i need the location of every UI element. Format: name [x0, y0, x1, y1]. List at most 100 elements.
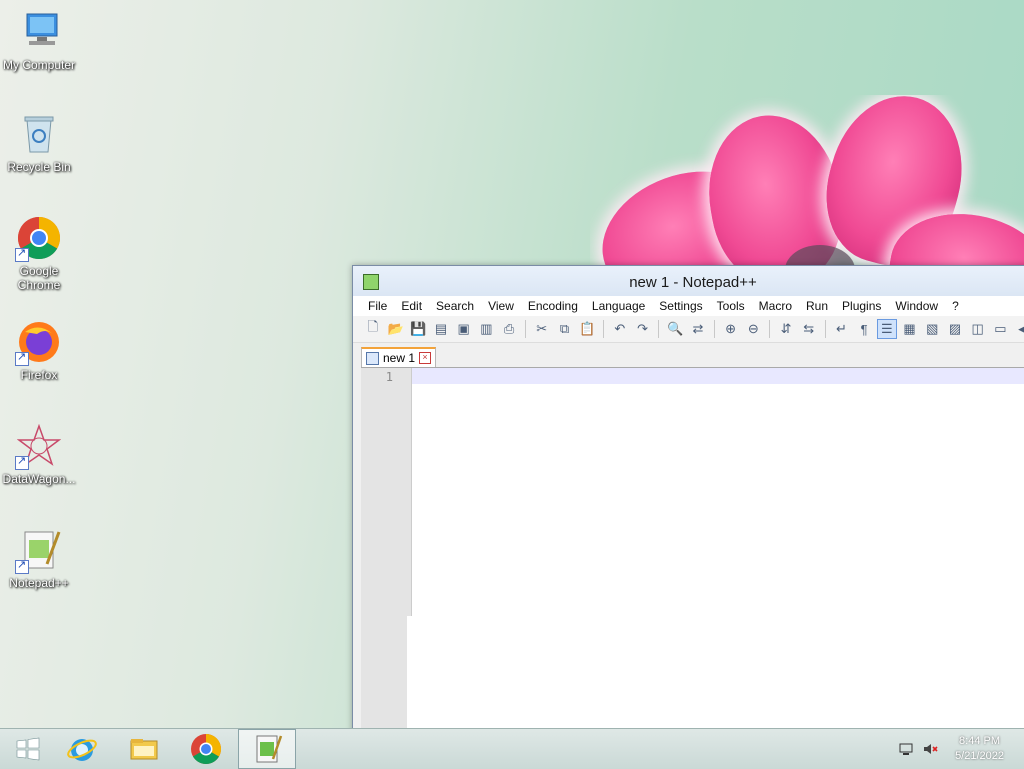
- monitoring-icon[interactable]: ◫: [968, 319, 988, 339]
- menu-edit[interactable]: Edit: [394, 299, 429, 313]
- firefox-icon: [15, 320, 61, 366]
- sync-horizontal-icon[interactable]: ⇆: [799, 319, 819, 339]
- menu-plugins[interactable]: Plugins: [835, 299, 888, 313]
- line-number: 1: [385, 370, 393, 384]
- desktop-icon-notepad-plus-plus[interactable]: Notepad++: [0, 528, 78, 590]
- menu-view[interactable]: View: [481, 299, 521, 313]
- clock-date: 5/21/2022: [955, 750, 1004, 762]
- start-button[interactable]: [0, 729, 56, 769]
- toolbar-separator: [713, 320, 715, 338]
- toolbar-separator: [524, 320, 526, 338]
- find-icon[interactable]: 🔍: [665, 319, 685, 339]
- toolbar-separator: [769, 320, 771, 338]
- menu-file[interactable]: File: [361, 299, 394, 313]
- undo-icon[interactable]: ↶: [610, 319, 630, 339]
- chrome-icon: [191, 734, 222, 765]
- desktop-icon-google-chrome[interactable]: Google Chrome: [0, 216, 78, 292]
- line-number-gutter-lower: [361, 616, 407, 736]
- print-icon[interactable]: ⎙: [499, 319, 519, 339]
- toolbar-separator: [824, 320, 826, 338]
- more-icon[interactable]: ◀: [1013, 319, 1024, 339]
- computer-icon: [17, 10, 61, 54]
- recycle-bin-icon: [17, 112, 61, 156]
- menu-run[interactable]: Run: [799, 299, 835, 313]
- save-all-icon[interactable]: ▤: [431, 319, 451, 339]
- new-file-icon[interactable]: 🗋: [363, 319, 383, 339]
- toolbar: 🗋 📂 💾 ▤ ▣ ▥ ⎙ ✂ ⧉ 📋 ↶ ↷ 🔍 ⇄ ⊕ ⊖ ⇵ ⇆ ↵ ¶ …: [353, 316, 1024, 343]
- shortcut-arrow-icon: [15, 246, 29, 262]
- open-folder-icon[interactable]: 📂: [386, 319, 406, 339]
- desktop-icon-label: DataWagon...: [2, 472, 76, 486]
- menu-tools[interactable]: Tools: [710, 299, 752, 313]
- tab-saved-icon: [366, 351, 379, 365]
- notepad-plus-plus-icon: [15, 528, 61, 574]
- desktop-icon-label: Google Chrome: [17, 264, 61, 292]
- menu-bar: File Edit Search View Encoding Language …: [353, 296, 1024, 316]
- desktop-icon-label: Firefox: [20, 368, 58, 382]
- desktop-icon-my-computer[interactable]: My Computer: [0, 10, 78, 72]
- function-list-icon[interactable]: ▨: [945, 319, 965, 339]
- show-all-characters-icon[interactable]: ¶: [854, 319, 874, 339]
- system-clock[interactable]: 8:44 PM 5/21/2022: [955, 734, 1004, 764]
- menu-macro[interactable]: Macro: [752, 299, 799, 313]
- shortcut-arrow-icon: [15, 454, 29, 470]
- desktop-icon-firefox[interactable]: Firefox: [0, 320, 78, 382]
- network-icon[interactable]: [898, 741, 914, 757]
- tab-close-icon[interactable]: ×: [419, 352, 432, 364]
- word-wrap-icon[interactable]: ↵: [832, 319, 852, 339]
- taskbar-notepad-plus-plus[interactable]: [238, 729, 296, 769]
- volume-muted-icon[interactable]: [922, 741, 938, 757]
- menu-encoding[interactable]: Encoding: [521, 299, 585, 313]
- desktop-icon-label: Notepad++: [9, 576, 69, 590]
- folder-as-workspace-icon[interactable]: ▦: [900, 319, 920, 339]
- desktop-icon-label: Recycle Bin: [7, 160, 71, 174]
- notepad-plus-plus-icon: [256, 735, 283, 763]
- internet-explorer-icon: [67, 739, 97, 761]
- wallpaper-flower: [590, 95, 1024, 275]
- editor-area[interactable]: 1: [361, 367, 1024, 736]
- title-bar[interactable]: new 1 - Notepad++: [353, 266, 1024, 296]
- menu-search[interactable]: Search: [429, 299, 481, 313]
- copy-icon[interactable]: ⧉: [555, 319, 575, 339]
- menu-language[interactable]: Language: [585, 299, 652, 313]
- indent-guide-icon[interactable]: ☰: [876, 319, 897, 339]
- chrome-icon: [15, 216, 61, 262]
- menu-settings[interactable]: Settings: [652, 299, 709, 313]
- save-icon[interactable]: 💾: [408, 319, 428, 339]
- record-macro-icon[interactable]: ▭: [991, 319, 1011, 339]
- shortcut-arrow-icon: [15, 558, 29, 574]
- redo-icon[interactable]: ↷: [633, 319, 653, 339]
- datawagon-icon: [15, 423, 62, 470]
- tab-new-1[interactable]: new 1 ×: [361, 347, 437, 367]
- line-number-gutter: 1: [361, 368, 412, 616]
- zoom-in-icon[interactable]: ⊕: [721, 319, 741, 339]
- clock-time: 8:44 PM: [959, 735, 1001, 747]
- window-title: new 1 - Notepad++: [629, 274, 757, 291]
- desktop-icon-recycle-bin[interactable]: Recycle Bin: [0, 112, 78, 174]
- shortcut-arrow-icon: [15, 350, 29, 366]
- zoom-out-icon[interactable]: ⊖: [743, 319, 763, 339]
- windows-icon: [16, 737, 40, 761]
- paste-icon[interactable]: 📋: [577, 319, 597, 339]
- notepad-window[interactable]: new 1 - Notepad++ File Edit Search View …: [352, 265, 1024, 737]
- menu-help[interactable]: ?: [945, 299, 966, 313]
- document-map-icon[interactable]: ▧: [922, 319, 942, 339]
- desktop-icon-datawagon[interactable]: DataWagon...: [0, 423, 78, 486]
- replace-icon[interactable]: ⇄: [688, 319, 708, 339]
- taskbar-internet-explorer[interactable]: [54, 729, 110, 769]
- cut-icon[interactable]: ✂: [532, 319, 552, 339]
- file-explorer-icon: [130, 739, 158, 760]
- toolbar-separator: [603, 320, 604, 338]
- close-file-icon[interactable]: ▣: [454, 319, 474, 339]
- taskbar-file-explorer[interactable]: [116, 729, 172, 769]
- toolbar-separator: [658, 320, 660, 338]
- taskbar-google-chrome[interactable]: [178, 729, 234, 769]
- tab-label: new 1: [383, 351, 416, 365]
- taskbar: 8:44 PM 5/21/2022: [0, 728, 1024, 769]
- desktop-icon-label: My Computer: [2, 58, 76, 72]
- current-line-highlight: [412, 368, 1024, 384]
- close-all-icon[interactable]: ▥: [477, 319, 497, 339]
- menu-window[interactable]: Window: [888, 299, 945, 313]
- tab-bar: new 1 ×: [353, 343, 1024, 367]
- sync-vertical-icon[interactable]: ⇵: [776, 319, 796, 339]
